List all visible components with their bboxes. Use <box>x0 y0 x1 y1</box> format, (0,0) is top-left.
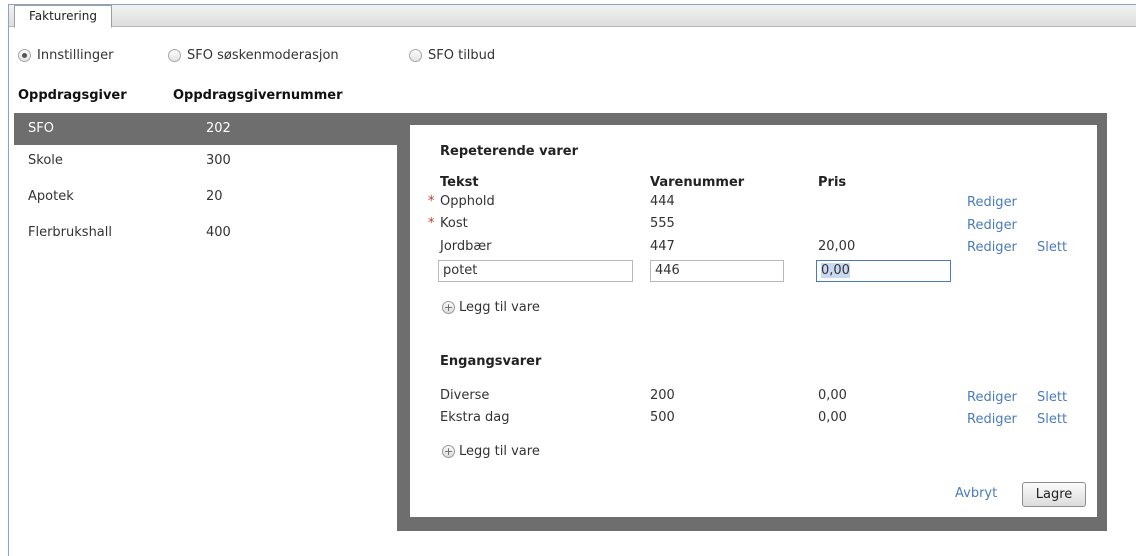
client-name: Apotek <box>28 189 74 204</box>
required-marker: * <box>428 216 435 231</box>
plus-icon: + <box>442 445 455 458</box>
client-row-skole[interactable]: Skole 300 <box>14 145 398 181</box>
selected-text: 0,00 <box>821 263 850 278</box>
client-row-sfo[interactable]: SFO 202 <box>14 113 398 145</box>
add-item-label: Legg til vare <box>459 300 540 315</box>
item-number: 555 <box>650 216 675 231</box>
item-text: Diverse <box>440 388 490 403</box>
client-name: Skole <box>28 153 63 168</box>
client-row-flerbrukshall[interactable]: Flerbrukshall 400 <box>14 217 398 253</box>
radio-label: SFO søskenmoderasjon <box>187 48 339 63</box>
column-header-number: Varenummer <box>650 175 745 190</box>
client-number: 300 <box>206 153 231 168</box>
client-row-apotek[interactable]: Apotek 20 <box>14 181 398 217</box>
section-title-onetime: Engangsvarer <box>440 354 542 369</box>
client-name: SFO <box>28 121 54 136</box>
client-number: 20 <box>206 189 223 204</box>
radio-unselected-icon <box>409 49 422 62</box>
delete-link[interactable]: Slett <box>1037 412 1067 427</box>
column-header-price: Pris <box>818 175 847 190</box>
radio-sfo-tilbud[interactable]: SFO tilbud <box>409 48 495 63</box>
new-item-number-input[interactable]: 446 <box>650 260 784 282</box>
item-text: Ekstra dag <box>440 410 510 425</box>
item-price: 0,00 <box>818 410 847 425</box>
item-number: 500 <box>650 410 675 425</box>
required-marker: * <box>428 194 435 209</box>
radio-unselected-icon <box>168 49 181 62</box>
edit-link[interactable]: Rediger <box>967 218 1017 233</box>
new-item-text-input[interactable]: potet <box>438 260 633 282</box>
radio-label: Innstillinger <box>37 48 114 63</box>
plus-icon: + <box>442 301 455 314</box>
add-onetime-item-button[interactable]: + Legg til vare <box>442 444 540 459</box>
edit-link[interactable]: Rediger <box>967 390 1017 405</box>
edit-link[interactable]: Rediger <box>967 412 1017 427</box>
item-price: 0,00 <box>818 388 847 403</box>
client-list: SFO 202 Skole 300 Apotek 20 Flerbrukshal… <box>14 113 398 253</box>
item-number: 200 <box>650 388 675 403</box>
tab-strip: Fakturering <box>9 5 1136 28</box>
radio-sfo-soskenmoderasjon[interactable]: SFO søskenmoderasjon <box>168 48 339 63</box>
tab-fakturering[interactable]: Fakturering <box>14 5 112 28</box>
delete-link[interactable]: Slett <box>1037 240 1067 255</box>
cancel-link[interactable]: Avbryt <box>955 486 997 501</box>
item-number: 444 <box>650 194 675 209</box>
item-price: 20,00 <box>818 239 856 254</box>
header-oppdragsgiver: Oppdragsgiver <box>18 88 127 103</box>
radio-innstillinger[interactable]: Innstillinger <box>18 48 113 63</box>
item-number: 447 <box>650 239 675 254</box>
client-number: 202 <box>206 121 231 136</box>
edit-link[interactable]: Rediger <box>967 195 1017 210</box>
column-header-text: Tekst <box>440 175 479 190</box>
radio-label: SFO tilbud <box>428 48 496 63</box>
edit-link[interactable]: Rediger <box>967 240 1017 255</box>
new-item-price-input[interactable]: 0,00 <box>816 260 951 282</box>
radio-selected-icon <box>18 49 31 62</box>
header-oppdragsgivernummer: Oppdragsgivernummer <box>173 88 343 103</box>
add-item-label: Legg til vare <box>459 444 540 459</box>
add-recurring-item-button[interactable]: + Legg til vare <box>442 300 540 315</box>
item-text: Opphold <box>440 194 495 209</box>
section-title-recurring: Repeterende varer <box>440 144 578 159</box>
client-number: 400 <box>206 225 231 240</box>
item-text: Kost <box>440 216 468 231</box>
save-button[interactable]: Lagre <box>1022 482 1086 507</box>
item-text: Jordbær <box>440 239 492 254</box>
delete-link[interactable]: Slett <box>1037 390 1067 405</box>
client-name: Flerbrukshall <box>28 225 112 240</box>
